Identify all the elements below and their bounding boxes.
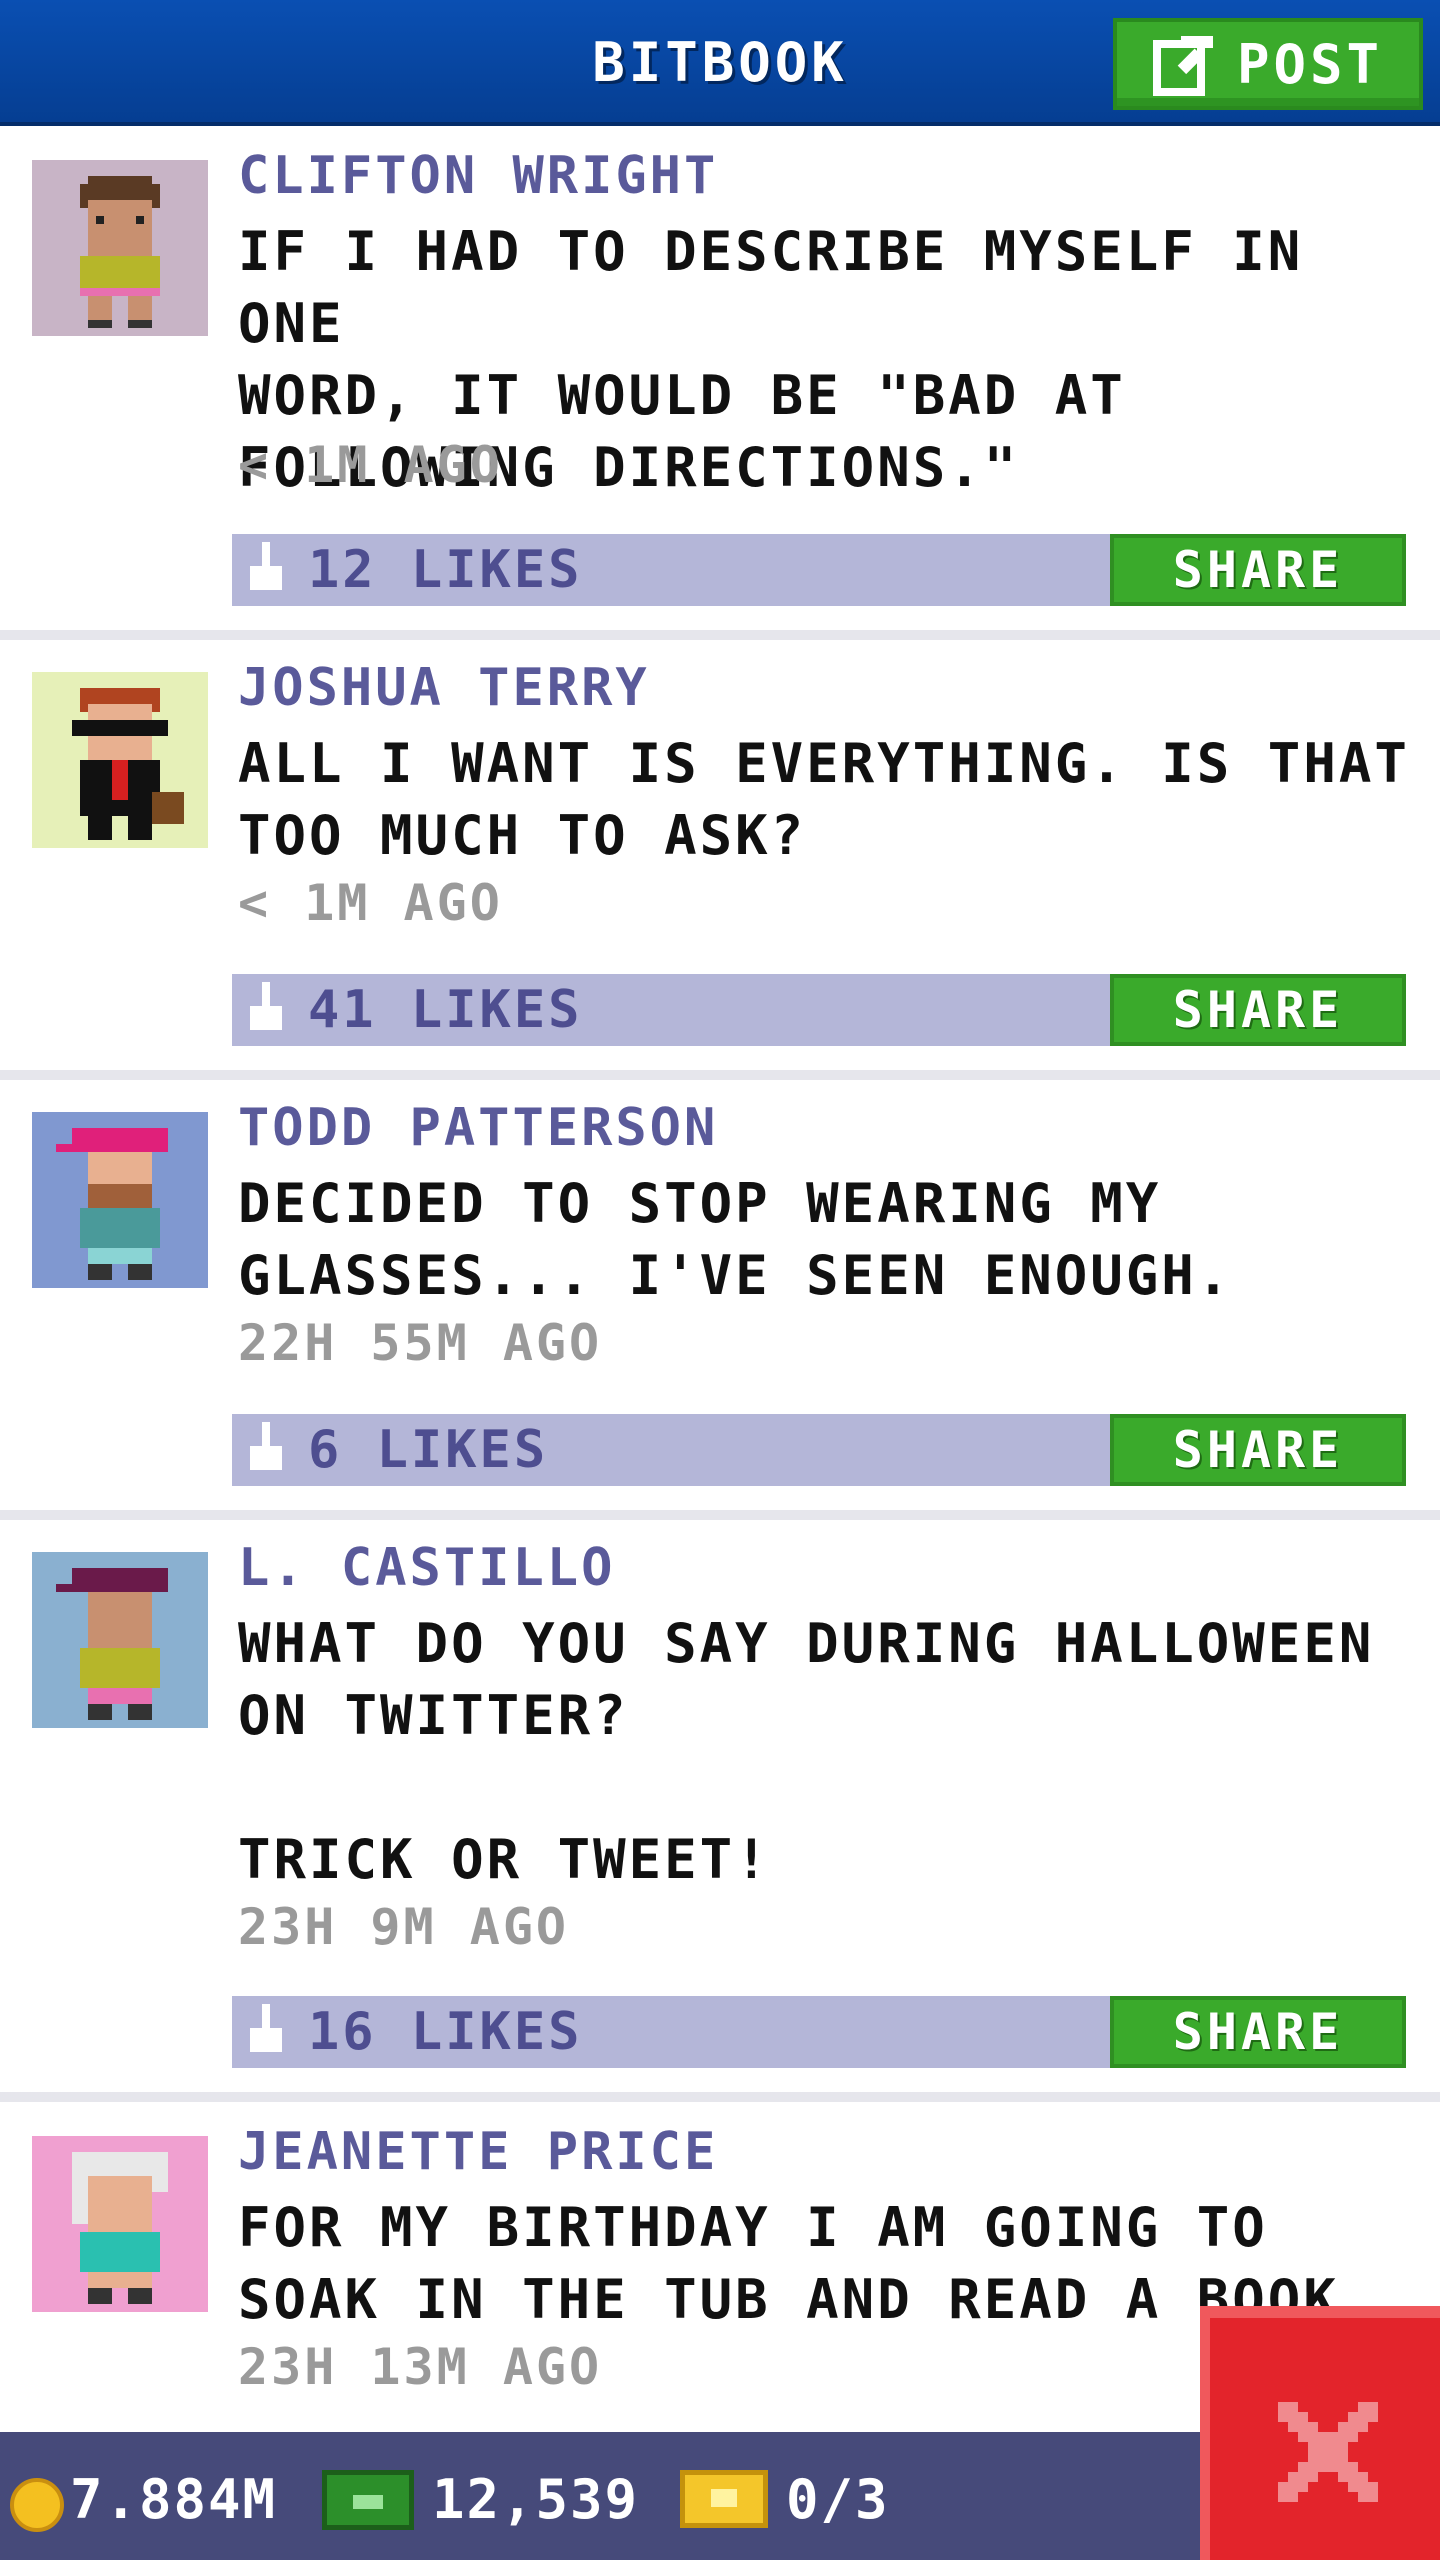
close-button[interactable] [1200, 2306, 1440, 2560]
tickets-amount: 0/3 [786, 2468, 890, 2531]
close-icon [1278, 2402, 1378, 2502]
post-body: ALL I WANT IS EVERYTHING. IS THAT TOO MU… [238, 732, 1410, 867]
likes-bar: 6 LIKES SHARE [232, 1414, 1406, 1486]
ticket-icon [680, 2470, 768, 2528]
avatar[interactable] [32, 1112, 208, 1288]
coin-icon [10, 2478, 64, 2532]
likes-count: 41 LIKES [308, 980, 583, 1040]
likes-bar: 41 LIKES SHARE [232, 974, 1406, 1046]
avatar[interactable] [32, 672, 208, 848]
post-timestamp: 22H 55M AGO [238, 1314, 603, 1372]
post-button-label: POST [1236, 32, 1384, 96]
post-author[interactable]: TODD PATTERSON [238, 1098, 718, 1158]
post-timestamp: 23H 13M AGO [238, 2338, 603, 2396]
thumbs-up-icon[interactable] [246, 542, 286, 598]
bux-icon [322, 2470, 414, 2530]
likes-bar: 12 LIKES SHARE [232, 534, 1406, 606]
share-button[interactable]: SHARE [1110, 534, 1406, 606]
divider [0, 2092, 1440, 2102]
thumbs-up-icon[interactable] [246, 982, 286, 1038]
bux-amount: 12,539 [432, 2468, 640, 2531]
coins-amount: 7.884M [70, 2468, 278, 2531]
post-timestamp: < 1M AGO [238, 436, 503, 494]
post-button[interactable]: POST [1113, 18, 1423, 110]
edit-icon [1152, 32, 1217, 96]
divider [0, 630, 1440, 640]
thumbs-up-icon[interactable] [246, 2004, 286, 2060]
divider [0, 1070, 1440, 1080]
likes-count: 12 LIKES [308, 540, 583, 600]
likes-count: 16 LIKES [308, 2002, 583, 2062]
share-button[interactable]: SHARE [1110, 974, 1406, 1046]
post-author[interactable]: CLIFTON WRIGHT [238, 146, 718, 206]
likes-count: 6 LIKES [308, 1420, 549, 1480]
avatar[interactable] [32, 2136, 208, 2312]
likes-bar: 16 LIKES SHARE [232, 1996, 1406, 2068]
post-body: DECIDED TO STOP WEARING MY GLASSES... I'… [238, 1172, 1233, 1307]
post-author[interactable]: JEANETTE PRICE [238, 2122, 718, 2182]
post-timestamp: 23H 9M AGO [238, 1898, 570, 1956]
post-body: WHAT DO YOU SAY DURING HALLOWEEN ON TWIT… [238, 1612, 1375, 1891]
thumbs-up-icon[interactable] [246, 1422, 286, 1478]
share-button[interactable]: SHARE [1110, 1996, 1406, 2068]
avatar[interactable] [32, 1552, 208, 1728]
top-bar: BITBOOK POST [0, 0, 1440, 126]
post-author[interactable]: L. CASTILLO [238, 1538, 615, 1598]
share-button[interactable]: SHARE [1110, 1414, 1406, 1486]
divider [0, 1510, 1440, 1520]
avatar[interactable] [32, 160, 208, 336]
post-timestamp: < 1M AGO [238, 874, 503, 932]
post-author[interactable]: JOSHUA TERRY [238, 658, 650, 718]
